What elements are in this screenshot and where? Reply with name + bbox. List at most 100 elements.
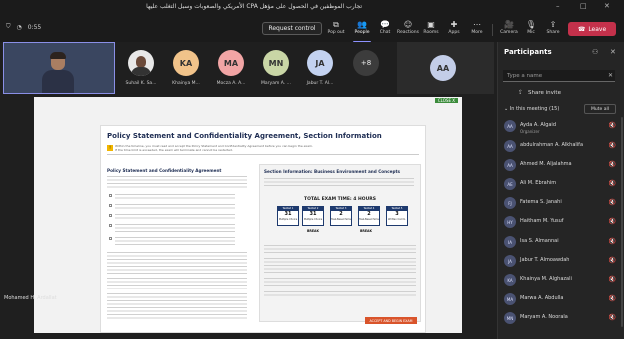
participant-row[interactable]: IA Isa S. Almannai 🔇 <box>498 234 624 252</box>
toolbar-divider <box>492 24 493 36</box>
meeting-duration: 0:55 <box>27 23 42 31</box>
share-invite-icon: ⇪ <box>518 89 524 96</box>
policy-text <box>115 237 235 247</box>
pop-out-button[interactable]: ⧉ Pop out <box>323 20 349 42</box>
participant-row[interactable]: AA Ayda A. Algaid Organizer 🔇 <box>498 118 624 136</box>
avatar: KA <box>173 50 199 76</box>
accept-begin-exam-button[interactable]: ACCEPT AND BEGIN EXAM <box>365 317 417 324</box>
mic-off-icon: 🔇 <box>608 238 616 245</box>
search-input[interactable]: Type a name <box>503 70 615 82</box>
checkbox[interactable] <box>109 237 112 240</box>
testlet-card: Testlet 1 31 Multiple Choice <box>277 206 299 226</box>
section-text <box>264 278 416 286</box>
section-text <box>264 178 414 186</box>
mic-off-icon: 🔇 <box>608 276 616 283</box>
divider <box>107 154 419 155</box>
testlet-card: Testlet 4 2 Task-Based Sims <box>358 206 380 226</box>
participant-row[interactable]: AE Ali M. Ebrahim 🔇 <box>498 176 624 194</box>
policy-text <box>115 224 235 234</box>
policy-text <box>115 194 235 201</box>
exam-policy-page: Policy Statement and Confidentiality Agr… <box>100 125 426 333</box>
close-window-icon[interactable]: ✕ <box>604 2 610 10</box>
more-button[interactable]: ⋯ More <box>464 20 490 42</box>
participant-name: Jabur T. Al... <box>306 81 334 86</box>
participant-row[interactable]: HY Haitham M. Yusuf 🔇 <box>498 214 624 232</box>
section-heading: Section Information: Business Environmen… <box>264 169 400 174</box>
scrollbar[interactable] <box>621 117 623 327</box>
shield-icon: ⛉ <box>6 23 11 30</box>
add-people-icon[interactable]: ⚇ <box>592 48 598 56</box>
policy-text <box>107 252 247 274</box>
participant-row[interactable]: AA abdulrahman A. Alkhalifa 🔇 <box>498 138 624 156</box>
request-control-button[interactable]: Request control <box>262 22 322 35</box>
exam-time: TOTAL EXAM TIME: 4 HOURS <box>304 197 376 202</box>
participant-row[interactable]: JA Jabur T. Almoawdah 🔇 <box>498 253 624 271</box>
mic-off-icon: 🔇 <box>608 142 616 149</box>
policy-text <box>107 293 247 321</box>
participant-row[interactable]: FJ Fatema S. Janahi 🔇 <box>498 195 624 213</box>
mic-off-icon: 🔇 <box>608 218 616 225</box>
more-icon: ⋯ <box>473 20 481 29</box>
avatar: MN <box>263 50 289 76</box>
clear-icon[interactable]: ✕ <box>608 72 613 79</box>
mic-off-icon: 🔇 <box>608 295 616 302</box>
avatar: MA <box>218 50 244 76</box>
policy-text <box>115 204 235 211</box>
timer-icon: ◔ <box>16 23 22 31</box>
meeting-stage: Suhail K. Sa... KA Khainya M... MA Mocza… <box>0 42 497 339</box>
participant-name: Mocza A. A... <box>216 81 246 86</box>
testlet-card: Testlet 3 2 Task-Based Sims <box>330 206 352 226</box>
panel-title: Participants <box>504 48 552 56</box>
leave-button[interactable]: ☎ Leave <box>568 22 616 36</box>
participant-name: Khainya M... <box>172 81 200 86</box>
checkbox[interactable] <box>109 194 112 197</box>
in-meeting-header[interactable]: ⌄ In this meeting (15) <box>504 106 559 112</box>
avatar: JA <box>307 50 333 76</box>
avatar: AA <box>430 55 456 81</box>
self-video-tile[interactable] <box>3 42 115 94</box>
share-button[interactable]: ⇪ Share <box>540 20 566 42</box>
section-info-panel: Section Information: Business Environmen… <box>259 164 421 322</box>
shared-screen[interactable]: CLOSE X Policy Statement and Confidentia… <box>34 97 462 333</box>
section-text <box>264 291 416 297</box>
pop-out-icon: ⧉ <box>333 20 339 29</box>
checkbox[interactable] <box>109 204 112 207</box>
policy-text <box>107 278 247 289</box>
testlet-card: Testlet 2 31 Multiple Choice <box>302 206 324 226</box>
minimize-icon[interactable]: – <box>556 2 560 10</box>
shared-screen-tag: CLOSE X <box>434 98 458 103</box>
policy-heading: Policy Statement and Confidentiality Agr… <box>107 168 222 173</box>
mic-off-icon: 🔇 <box>608 161 616 168</box>
policy-text <box>115 214 235 221</box>
title-bar: تجارب الموظفين في الحصول على مؤهل CPA ال… <box>0 0 624 16</box>
mic-off-icon: 🔇 <box>608 180 616 187</box>
mute-all-button[interactable]: Mute all <box>584 104 616 114</box>
participant-row[interactable]: AA Ahmed M. Aljalahma 🔇 <box>498 157 624 175</box>
participant-row[interactable]: MA Marwa A. Abdulla 🔇 <box>498 291 624 309</box>
maximize-icon[interactable]: □ <box>580 2 587 10</box>
mic-off-icon: 🔇 <box>608 199 616 206</box>
participants-panel: Participants ⚇ ✕ Type a name ✕ ⇪ Share i… <box>497 42 624 339</box>
policy-text <box>107 176 247 190</box>
warning-text: Within the timeline, you must read and a… <box>115 144 313 152</box>
more-participants-button[interactable]: +8 <box>353 50 379 76</box>
mic-off-icon: 🔇 <box>608 257 616 264</box>
close-icon[interactable]: ✕ <box>610 48 616 56</box>
participant-row[interactable]: KA Khainya M. Alghazali 🔇 <box>498 272 624 290</box>
participant-row[interactable]: MN Maryam A. Noorala 🔇 <box>498 310 624 328</box>
page-title: Policy Statement and Confidentiality Agr… <box>107 132 382 140</box>
participant-video <box>42 52 74 93</box>
share-invite-button[interactable]: Share invite <box>528 90 561 96</box>
share-icon: ⇪ <box>549 20 557 29</box>
checkbox[interactable] <box>109 224 112 227</box>
testlet-card: Testlet 5 3 Written Comm. <box>386 206 408 226</box>
participant-tile-large[interactable]: AA <box>397 42 494 94</box>
section-text <box>264 245 416 253</box>
meeting-toolbar: ⛉ ◔ 0:55 Request control ⧉ Pop out 👥 Peopl… <box>0 16 624 43</box>
checkbox[interactable] <box>109 214 112 217</box>
meeting-title: تجارب الموظفين في الحصول على مؤهل CPA ال… <box>146 3 362 10</box>
warning-icon: ! <box>107 145 113 151</box>
presenter-name: Mohamed H. Ardallat <box>4 295 57 301</box>
break-label: BREAK <box>360 229 372 233</box>
section-text <box>264 258 416 273</box>
